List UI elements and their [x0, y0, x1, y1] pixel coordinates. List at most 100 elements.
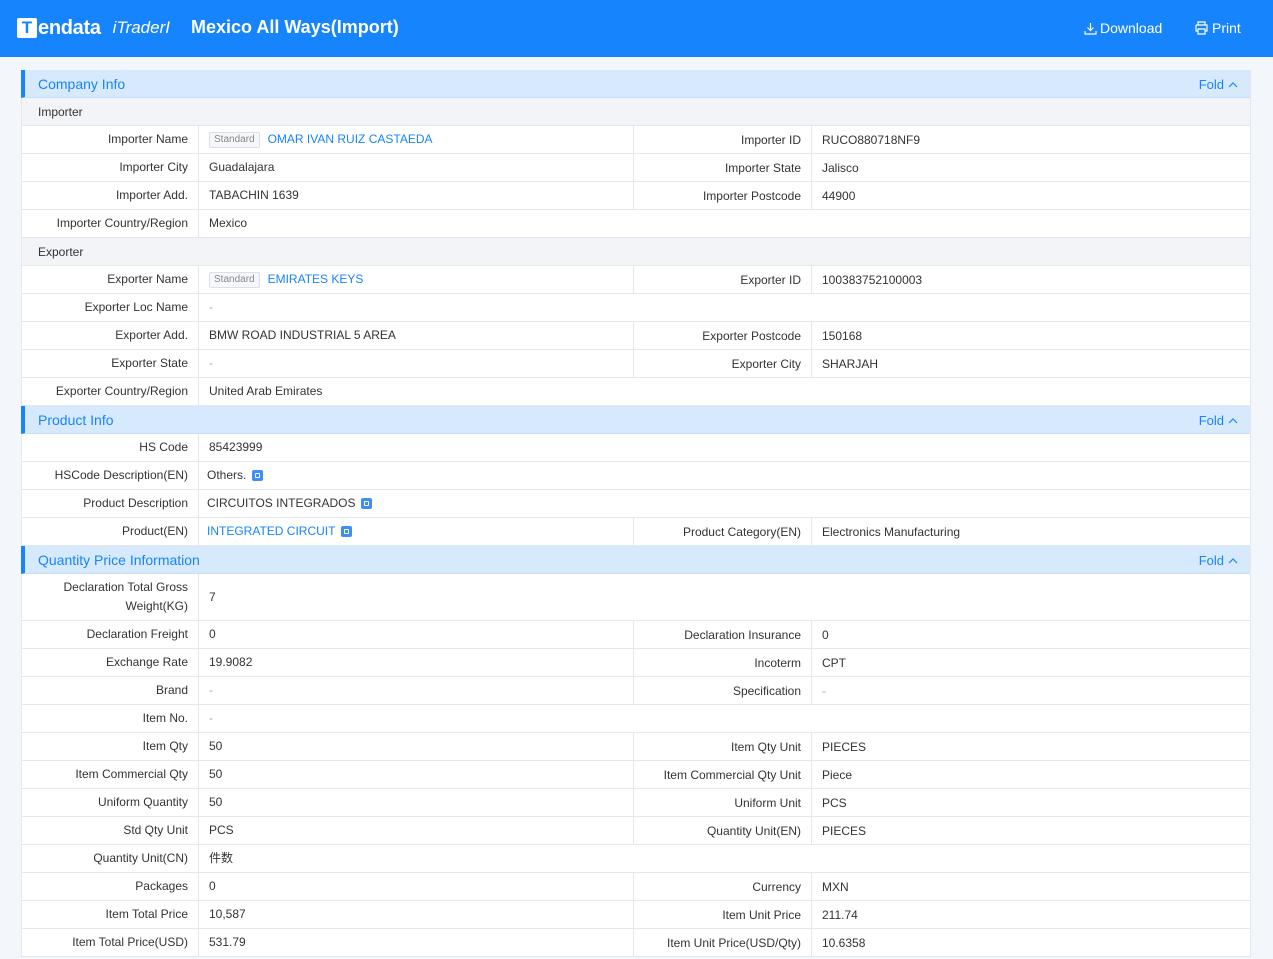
field-label: Item Total Price(USD)	[22, 929, 199, 956]
field-label: Item Qty	[22, 733, 199, 760]
standard-tag: Standard	[209, 131, 260, 148]
table-row: Item Qty 50 Item Qty Unit PIECES	[22, 733, 1250, 761]
field-value: 211.74	[822, 907, 858, 922]
field-value: BMW ROAD INDUSTRIAL 5 AREA	[199, 322, 634, 349]
table-row: Exporter Country/Region United Arab Emir…	[22, 378, 1250, 406]
table-row: Exporter Name Standard EMIRATES KEYS Exp…	[22, 266, 1250, 294]
field-value: 100383752100003	[822, 272, 923, 287]
field-value: 10.6358	[822, 935, 866, 950]
table-row: Packages 0 Currency MXN	[22, 873, 1250, 901]
field-label: Declaration Insurance	[634, 621, 812, 648]
table-row: Item Total Price 10,587 Item Unit Price …	[22, 901, 1250, 929]
field-value: MXN	[822, 879, 849, 894]
product-en-link[interactable]: INTEGRATED CIRCUIT	[207, 522, 335, 541]
field-value: Electronics Manufacturing	[822, 524, 961, 539]
table-row: Exporter Loc Name -	[22, 294, 1250, 322]
field-value: Standard OMAR IVAN RUIZ CASTAEDA	[199, 126, 634, 153]
field-label: Declaration Freight	[22, 621, 199, 648]
logo-text: endata	[38, 16, 101, 39]
field-label: Std Qty Unit	[22, 817, 199, 844]
field-value: Standard EMIRATES KEYS	[199, 266, 634, 293]
field-value: 531.79	[199, 929, 634, 956]
translate-icon[interactable]	[252, 470, 264, 481]
field-value: 85423999	[209, 440, 263, 454]
product-description-text: CIRCUITOS INTEGRADOS	[207, 496, 356, 510]
table-row: Quantity Unit(CN) 件数	[22, 845, 1250, 873]
chevron-up-icon	[1228, 82, 1238, 88]
field-label: Exporter Postcode	[634, 322, 812, 349]
table-row: HSCode Description(EN) Others.	[22, 462, 1250, 490]
table-row: Std Qty Unit PCS Quantity Unit(EN) PIECE…	[22, 817, 1250, 845]
field-value: 19.9082	[199, 649, 634, 676]
company-info-fold-button[interactable]: Fold	[1199, 77, 1238, 92]
field-value: 0	[199, 873, 634, 900]
field-label: Exporter State	[22, 350, 199, 377]
field-value: 7	[209, 589, 216, 604]
fold-label: Fold	[1198, 413, 1224, 428]
print-button[interactable]: Print	[1194, 20, 1241, 36]
tendata-logo[interactable]: T endata iTraderI	[17, 15, 170, 41]
table-row: Brand - Specification -	[22, 677, 1250, 705]
top-bar: T endata iTraderI Mexico All Ways(Import…	[0, 0, 1273, 57]
importer-name-link[interactable]: OMAR IVAN RUIZ CASTAEDA	[268, 130, 433, 149]
translate-icon[interactable]	[361, 498, 373, 509]
field-value: PIECES	[822, 739, 867, 754]
field-label: Quantity Unit(CN)	[22, 845, 199, 872]
table-row: Importer City Guadalajara Importer State…	[22, 154, 1250, 182]
field-value: 10,587	[199, 901, 634, 928]
table-row: Declaration Total Gross Weight(KG) 7	[22, 574, 1250, 621]
company-info-header: Company Info Fold	[21, 70, 1250, 98]
field-value: 50	[199, 789, 634, 816]
field-label: Importer Postcode	[634, 182, 812, 209]
field-label: Uniform Unit	[634, 789, 812, 816]
field-value: -	[199, 677, 634, 704]
field-value: Others.	[199, 462, 1250, 489]
chevron-up-icon	[1228, 558, 1238, 564]
field-value: 件数	[209, 851, 234, 865]
field-value: 150168	[822, 328, 863, 343]
field-value: Mexico	[209, 216, 248, 230]
quantity-price-fold-button[interactable]: Fold	[1199, 553, 1238, 568]
field-value: PCS	[199, 817, 634, 844]
table-row: Exporter Add. BMW ROAD INDUSTRIAL 5 AREA…	[22, 322, 1250, 350]
logo-subtitle: iTraderI	[112, 18, 170, 37]
field-label: Exporter ID	[634, 266, 812, 293]
logo-mark: T	[17, 18, 37, 38]
exporter-name-link[interactable]: EMIRATES KEYS	[268, 270, 364, 289]
field-value: SHARJAH	[822, 356, 879, 371]
table-row: Importer Name Standard OMAR IVAN RUIZ CA…	[22, 126, 1250, 154]
field-value: 0	[199, 621, 634, 648]
field-label: Item Unit Price	[634, 901, 812, 928]
standard-tag: Standard	[209, 271, 260, 288]
table-row: Product Description CIRCUITOS INTEGRADOS	[22, 490, 1250, 518]
field-value: INTEGRATED CIRCUIT	[199, 518, 634, 545]
importer-subheader: Importer	[22, 98, 1250, 126]
field-label: Item Qty Unit	[634, 733, 812, 760]
field-label: Specification	[634, 677, 812, 704]
field-label: Incoterm	[634, 649, 812, 676]
field-label: Exporter City	[634, 350, 812, 377]
field-label: Importer Country/Region	[22, 210, 199, 237]
field-value: 0	[822, 627, 829, 642]
download-button[interactable]: Download	[1084, 20, 1162, 36]
exporter-subheader: Exporter	[22, 238, 1250, 266]
translate-icon[interactable]	[341, 526, 353, 537]
field-label: Importer Name	[22, 126, 199, 153]
table-row: Product(EN) INTEGRATED CIRCUIT Product C…	[22, 518, 1250, 546]
table-row: Item No. -	[22, 705, 1250, 733]
field-value: United Arab Emirates	[209, 384, 323, 398]
field-value: CIRCUITOS INTEGRADOS	[199, 490, 1250, 517]
field-label: Exporter Loc Name	[22, 294, 199, 321]
field-value: -	[199, 350, 634, 377]
product-info-fold-button[interactable]: Fold	[1199, 413, 1238, 428]
field-value: CPT	[822, 655, 846, 670]
field-label: Product(EN)	[22, 518, 199, 545]
field-value: Jalisco	[822, 160, 859, 175]
field-value: RUCO880718NF9	[822, 132, 921, 147]
detail-content: Company Info Fold Importer Importer Name…	[21, 70, 1251, 957]
field-label: Packages	[22, 873, 199, 900]
field-value: -	[209, 711, 213, 725]
quantity-price-title: Quantity Price Information	[38, 552, 200, 568]
field-value: Guadalajara	[199, 154, 634, 181]
download-icon	[1084, 22, 1097, 35]
